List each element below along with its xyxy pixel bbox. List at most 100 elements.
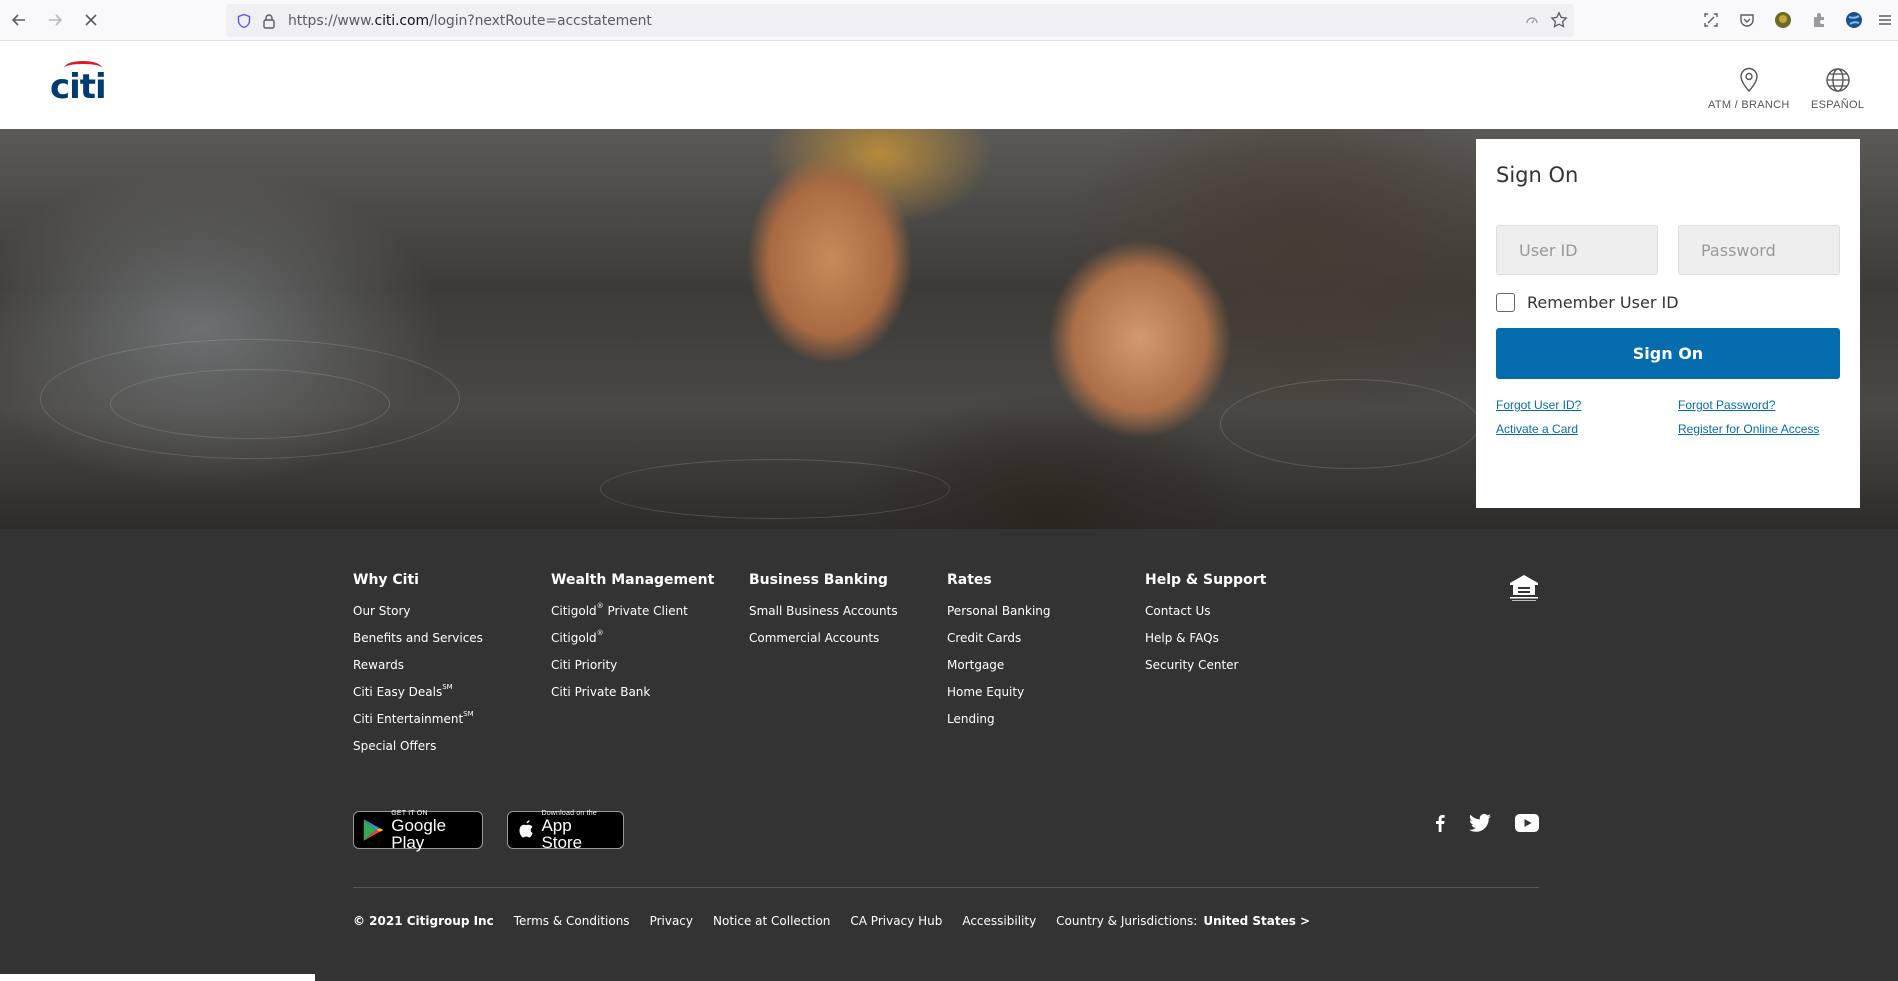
globe-extension-icon[interactable] — [1843, 9, 1865, 31]
footer-link[interactable]: Security Center — [1145, 658, 1266, 685]
atm-branch-label: ATM / BRANCH — [1708, 99, 1790, 111]
url-domain: citi.com — [374, 12, 430, 29]
footer-link[interactable]: Contact Us — [1145, 604, 1266, 631]
footer-link-label: Citi Entertainment — [353, 712, 464, 726]
stop-loading-icon[interactable] — [76, 5, 106, 35]
registered-mark: ® — [596, 629, 604, 637]
remember-label: Remember User ID — [1527, 293, 1679, 312]
footer-link[interactable]: Citigold® Private Client — [551, 602, 714, 631]
footer: Why Citi Our Story Benefits and Services… — [0, 529, 1898, 981]
footer-link[interactable]: Lending — [947, 712, 1051, 739]
ca-privacy-hub-link[interactable]: CA Privacy Hub — [850, 914, 942, 928]
footer-link[interactable]: Help & FAQs — [1145, 631, 1266, 658]
footer-link[interactable]: Citi Private Bank — [551, 685, 714, 712]
footer-link-label: Private Client — [607, 604, 688, 618]
forgot-password-link[interactable]: Forgot Password? — [1678, 398, 1775, 412]
footer-link[interactable]: Small Business Accounts — [749, 604, 898, 631]
footer-heading: Wealth Management — [551, 572, 715, 588]
sign-on-button-label: Sign On — [1632, 344, 1704, 363]
activate-card-link[interactable]: Activate a Card — [1496, 422, 1578, 436]
espanol-label: ESPAÑOL — [1811, 99, 1865, 111]
url-prefix: https://www. — [288, 12, 375, 29]
footer-link-label: Our Story — [353, 604, 411, 618]
footer-link-label: Rewards — [353, 658, 404, 672]
password-placeholder: Password — [1701, 240, 1776, 260]
footer-link[interactable]: Our Story — [353, 604, 483, 631]
footer-link[interactable]: Home Equity — [947, 685, 1051, 712]
forward-icon[interactable] — [40, 5, 70, 35]
footer-heading: Why Citi — [353, 572, 419, 588]
password-input[interactable]: Password — [1678, 225, 1840, 275]
facebook-icon[interactable] — [1432, 811, 1448, 835]
privacy-link[interactable]: Privacy — [650, 914, 693, 928]
terms-link[interactable]: Terms & Conditions — [514, 914, 630, 928]
footer-link-label: Contact Us — [1145, 604, 1211, 618]
footer-link[interactable]: Personal Banking — [947, 604, 1051, 631]
location-pin-icon — [1740, 67, 1758, 93]
citi-logo[interactable]: citi — [50, 61, 107, 107]
footer-link[interactable]: Commercial Accounts — [749, 631, 898, 658]
footer-col-help: Help & Support Contact Us Help & FAQs Se… — [1145, 572, 1266, 685]
footer-link[interactable]: Citigold® — [551, 629, 714, 658]
google-play-badge[interactable]: GET IT ON Google Play — [353, 810, 483, 851]
footer-link[interactable]: Credit Cards — [947, 631, 1051, 658]
footer-link-label: Citi Priority — [551, 658, 618, 672]
pocket-icon[interactable] — [1736, 9, 1758, 31]
footer-link-label: Benefits and Services — [353, 631, 483, 645]
footer-link-label: Special Offers — [353, 739, 437, 753]
footer-link[interactable]: Benefits and Services — [353, 631, 483, 658]
url-text[interactable]: https://www.citi.com/login?nextRoute=acc… — [288, 13, 652, 29]
extension-avatar-icon[interactable] — [1772, 9, 1794, 31]
url-path: /login?nextRoute=accstatement — [429, 12, 652, 29]
footer-col-business: Business Banking Small Business Accounts… — [749, 572, 898, 658]
footer-link[interactable]: Mortgage — [947, 658, 1051, 685]
country-label: Country & Jurisdictions: — [1056, 914, 1198, 928]
screenshot-icon[interactable] — [1700, 9, 1722, 31]
menu-icon[interactable] — [1874, 9, 1896, 31]
footer-link-label: Citi Private Bank — [551, 685, 651, 699]
bookmark-star-icon[interactable] — [1550, 11, 1568, 29]
remember-checkbox[interactable] — [1496, 293, 1515, 312]
app-store-badge[interactable]: Download on the App Store — [507, 810, 624, 852]
sign-on-title: Sign On — [1496, 163, 1579, 187]
user-id-placeholder: User ID — [1519, 240, 1578, 260]
footer-heading: Business Banking — [749, 572, 888, 588]
remember-user-id[interactable]: Remember User ID — [1496, 293, 1679, 312]
register-link[interactable]: Register for Online Access — [1678, 422, 1819, 436]
notice-at-collection-link[interactable]: Notice at Collection — [713, 914, 830, 928]
registered-mark: ® — [596, 602, 604, 610]
tracking-icon[interactable] — [1524, 12, 1540, 28]
footer-link-label: Mortgage — [947, 658, 1005, 672]
back-icon[interactable] — [4, 5, 34, 35]
youtube-icon[interactable] — [1514, 811, 1540, 835]
country-selector-link[interactable]: United States > — [1203, 914, 1310, 928]
espanol-link[interactable]: ESPAÑOL — [1811, 67, 1864, 111]
forgot-user-id-link[interactable]: Forgot User ID? — [1496, 398, 1581, 412]
sign-on-button[interactable]: Sign On — [1496, 328, 1840, 379]
equal-housing-lender-icon — [1510, 575, 1538, 601]
footer-link-label: Security Center — [1145, 658, 1239, 672]
footer-link[interactable]: Citi EntertainmentSM — [353, 710, 483, 739]
footer-col-rates: Rates Personal Banking Credit Cards Mort… — [947, 572, 1051, 739]
shield-icon[interactable] — [236, 13, 252, 29]
apple-icon — [519, 820, 533, 838]
extensions-puzzle-icon[interactable] — [1808, 9, 1830, 31]
page-bottom-strip — [0, 974, 315, 981]
browser-toolbar: https://www.citi.com/login?nextRoute=acc… — [0, 0, 1898, 41]
service-mark: SM — [442, 683, 453, 691]
lock-icon[interactable] — [262, 13, 276, 29]
twitter-icon[interactable] — [1468, 811, 1492, 835]
footer-link[interactable]: Citi Easy DealsSM — [353, 683, 483, 712]
user-id-input[interactable]: User ID — [1496, 225, 1658, 275]
footer-link[interactable]: Citi Priority — [551, 658, 714, 685]
url-bar[interactable]: https://www.citi.com/login?nextRoute=acc… — [226, 4, 1574, 37]
accessibility-link[interactable]: Accessibility — [962, 914, 1036, 928]
footer-link[interactable]: Special Offers — [353, 739, 483, 766]
footer-link[interactable]: Rewards — [353, 658, 483, 685]
app-store-big-text: App Store — [541, 815, 583, 852]
footer-link-label: Commercial Accounts — [749, 631, 880, 645]
atm-branch-link[interactable]: ATM / BRANCH — [1708, 67, 1790, 111]
globe-icon — [1825, 68, 1850, 92]
footer-link-label: Home Equity — [947, 685, 1025, 699]
site-header: citi ATM / BRANCH ESPAÑOL — [0, 41, 1898, 129]
